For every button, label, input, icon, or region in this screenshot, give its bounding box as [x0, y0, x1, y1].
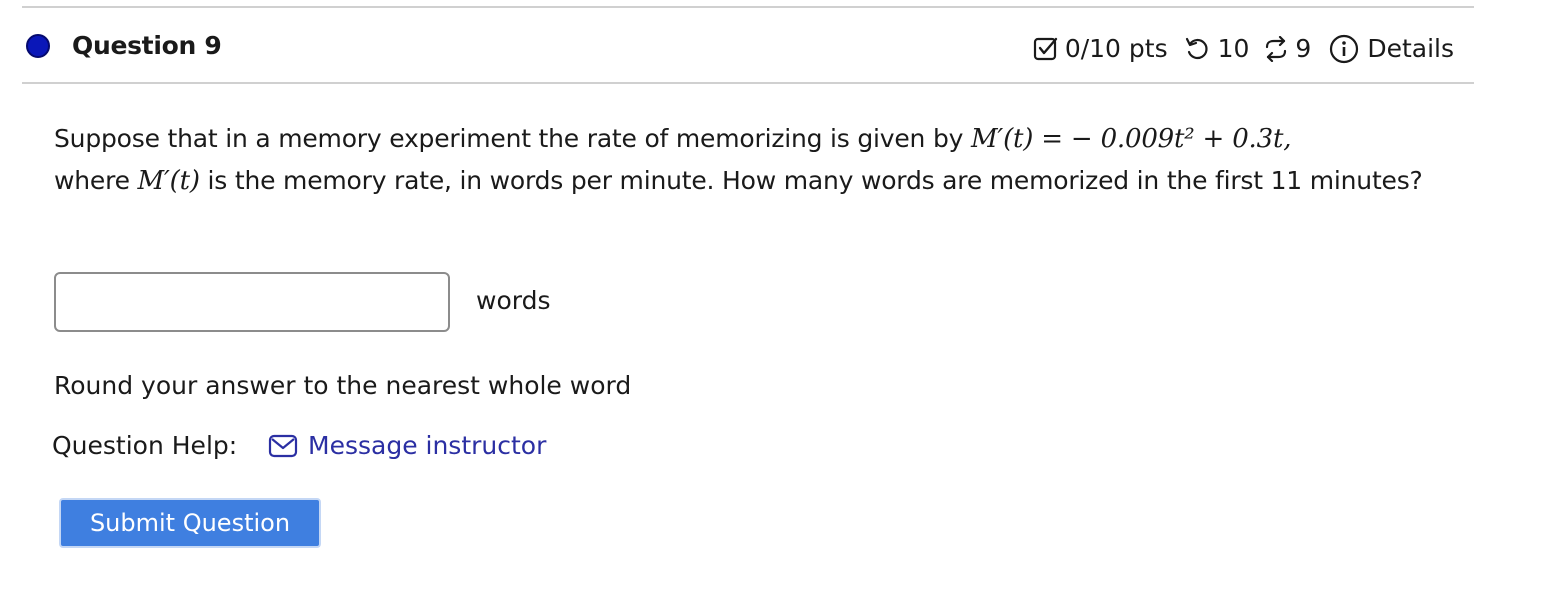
rounding-instruction: Round your answer to the nearest whole w… — [54, 371, 632, 400]
answer-input[interactable] — [54, 272, 450, 332]
mail-icon — [268, 434, 298, 458]
retries-display: 10 — [1168, 33, 1250, 65]
question-text-part: where — [54, 166, 138, 195]
info-icon — [1330, 34, 1359, 64]
question-help-label: Question Help: — [52, 431, 238, 460]
rate-equation: M′(t) = − 0.009t² + 0.3t, — [970, 124, 1292, 154]
question-meta: 0/10 pts 10 9 Details — [1033, 33, 1454, 65]
retry-icon — [1185, 37, 1208, 60]
rate-function: M′(t) — [137, 166, 200, 196]
question-body: Suppose that in a memory experiment the … — [54, 118, 1454, 202]
question-text-part: Suppose that in a memory experiment the … — [54, 124, 971, 153]
retries-count: 10 — [1217, 34, 1250, 63]
top-divider — [22, 6, 1474, 8]
versions-count: 9 — [1295, 34, 1312, 63]
version-swap-icon — [1266, 36, 1287, 62]
message-instructor-link[interactable]: Message instructor — [268, 430, 546, 462]
points-display: 0/10 pts — [1033, 33, 1168, 65]
message-instructor-label: Message instructor — [308, 431, 547, 460]
versions-display: 9 — [1249, 33, 1311, 65]
question-text-part: is the memory rate, in words per minute.… — [199, 166, 1423, 195]
header-divider — [22, 82, 1474, 84]
points-text: 0/10 pts — [1064, 34, 1168, 63]
checkbox-icon — [1033, 37, 1058, 61]
question-title: Question 9 — [72, 31, 222, 60]
question-status-indicator — [26, 34, 50, 58]
submit-question-button[interactable]: Submit Question — [59, 498, 321, 548]
answer-unit-label: words — [476, 286, 551, 315]
details-label: Details — [1367, 34, 1454, 63]
details-toggle[interactable]: Details — [1311, 33, 1454, 65]
